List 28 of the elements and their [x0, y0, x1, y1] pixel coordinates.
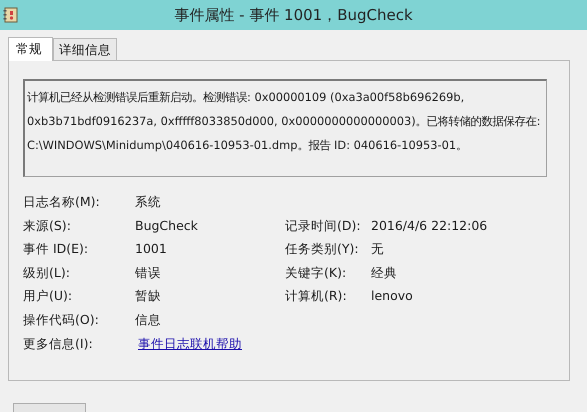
field-label: 来源(S):	[23, 216, 72, 235]
window-title: 事件属性 - 事件 1001，BugCheck	[174, 6, 413, 24]
field-label: 日志名称(M):	[23, 193, 101, 211]
field-label: 用户(U):	[23, 287, 74, 306]
field-value: 信息	[135, 310, 162, 329]
tab[interactable]: 常规	[8, 37, 53, 61]
help-link[interactable]: 事件日志联机帮助	[135, 332, 242, 356]
field-value: 2016/4/6 22:12:06	[371, 216, 488, 235]
field-value: 无	[371, 240, 385, 258]
field-label: 记录时间(D):	[285, 216, 362, 235]
field-value: 错误	[135, 264, 162, 282]
field-label: 级别(L):	[23, 264, 71, 282]
field-label: 关键字(K):	[285, 264, 348, 282]
dialog-button[interactable]	[13, 403, 86, 412]
field-label: 事件 ID(E):	[23, 240, 90, 258]
field-value: 暂缺	[135, 287, 162, 306]
event-log-icon	[3, 7, 18, 23]
field-label: 更多信息(I):	[23, 334, 94, 353]
field-label: 操作代码(O):	[23, 310, 100, 329]
field-label: 任务类别(Y):	[285, 240, 360, 258]
field-value: 经典	[371, 264, 398, 282]
field-value: BugCheck	[135, 216, 199, 235]
tab[interactable]: 详细信息	[53, 38, 117, 60]
field-value: 1001	[135, 240, 168, 258]
field-label: 计算机(R):	[285, 287, 348, 306]
event-description: 计算机已经从检测错误后重新启动。检测错误: 0x00000109 (0xa3a00f58b696269b, 0xb3b71bdf0916237a, 0xfffff8033850d000, 0x0000000000000003)。已将转储的数据保存在: C:\WINDOWS\Minidump\040616-10953-01.dmp。报告 ID: 040616-10953-01。	[23, 79, 547, 177]
field-value: lenovo	[371, 287, 414, 306]
field-value: 系统	[135, 193, 162, 211]
